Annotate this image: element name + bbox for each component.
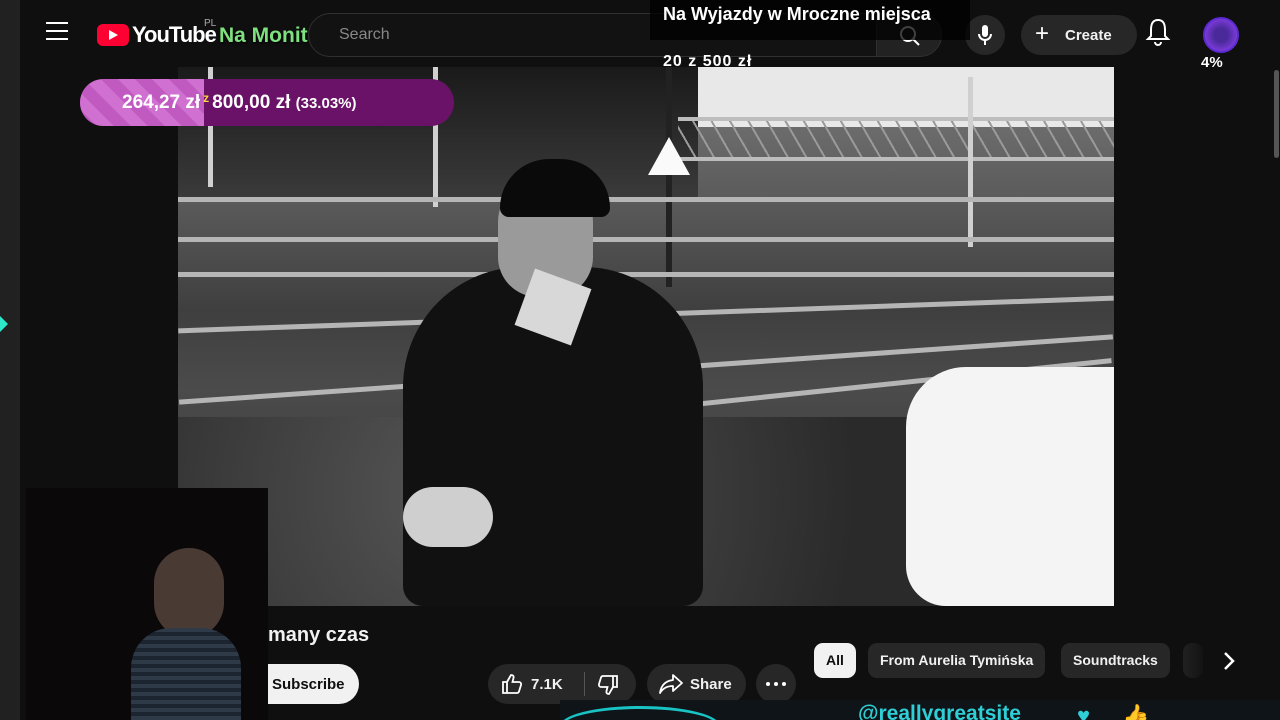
video-scene-bridge (678, 117, 1114, 161)
chips-next-button[interactable] (1209, 643, 1249, 679)
goal-overlay-amount: 20 z 500 zł (663, 53, 753, 70)
donation-target: 800,00 zł (212, 92, 291, 113)
video-scene-pole (968, 77, 973, 247)
bell-icon (1145, 18, 1171, 46)
video-scene-rail (178, 197, 1114, 202)
donation-separator: z (203, 91, 210, 105)
like-count: 7.1K (531, 676, 563, 693)
like-icon (502, 674, 523, 694)
create-label: Create (1065, 27, 1112, 44)
chip-fade (1180, 640, 1210, 680)
chip-all[interactable]: All (814, 643, 856, 678)
donation-percent: (33.03%) (295, 95, 357, 112)
share-label: Share (690, 676, 732, 693)
goal-overlay-title-box: Na Wyjazdy w Mroczne miejsca (650, 0, 970, 40)
video-scene-person-hands (403, 487, 493, 547)
webcam-face (154, 548, 224, 638)
video-player[interactable] (178, 67, 1114, 606)
menu-icon[interactable] (46, 22, 68, 40)
heart-icon: ♥ (1077, 703, 1091, 720)
more-icon-dot (774, 682, 778, 686)
chip-soundtracks[interactable]: Soundtracks (1061, 643, 1170, 678)
more-icon (766, 682, 770, 686)
video-scene-white-object (906, 367, 1114, 606)
mouse-cursor-icon (0, 316, 8, 332)
like-dislike-group: 7.1K (488, 664, 636, 704)
goal-overlay-title: Na Wyjazdy w Mroczne miejsca (663, 4, 931, 24)
thumbs-up-icon: 👍 (1122, 703, 1150, 720)
region-code: PL (204, 18, 217, 29)
avatar-badge: 4% (1201, 54, 1223, 71)
donation-progress-bar: 264,27 zł z 800,00 zł (33.03%) (80, 79, 454, 126)
webcam-shirt (131, 628, 241, 720)
avatar[interactable] (1203, 17, 1239, 53)
warning-sign-icon (648, 137, 690, 175)
more-actions-button[interactable] (756, 664, 796, 704)
chevron-right-icon (1224, 652, 1235, 670)
like-divider (584, 672, 585, 696)
notifications-button[interactable] (1145, 17, 1171, 47)
subscribe-label: Subscribe (272, 676, 345, 693)
video-title: many czas (268, 624, 370, 646)
dislike-icon (597, 675, 618, 695)
share-icon (659, 674, 683, 694)
video-scene-pole (666, 67, 672, 287)
more-icon-dot (782, 682, 786, 686)
page-scrollbar[interactable] (1274, 70, 1279, 158)
share-button[interactable]: Share (647, 664, 746, 704)
plus-icon: + (1035, 20, 1050, 47)
mic-icon (978, 25, 992, 45)
voice-search-button[interactable] (965, 15, 1005, 55)
subscribe-button[interactable]: Subscribe (268, 664, 359, 704)
video-scene-rail (178, 272, 1114, 277)
youtube-logo-icon[interactable] (97, 24, 129, 46)
stream-footer-site: @reallygreatsite (858, 702, 1021, 720)
video-scene-rail (178, 237, 1114, 242)
donation-current: 264,27 zł (122, 92, 201, 113)
webcam-overlay (26, 488, 268, 720)
donation-progress-text: 264,27 zł z 800,00 zł (33.03%) (122, 91, 357, 114)
left-edge-strip (0, 0, 20, 720)
create-button[interactable]: + Create (1021, 15, 1137, 55)
chip-from-channel[interactable]: From Aurelia Tymińska (868, 643, 1046, 678)
search-input[interactable] (339, 26, 659, 44)
dislike-button[interactable] (586, 664, 636, 704)
like-button[interactable]: 7.1K (488, 664, 584, 704)
